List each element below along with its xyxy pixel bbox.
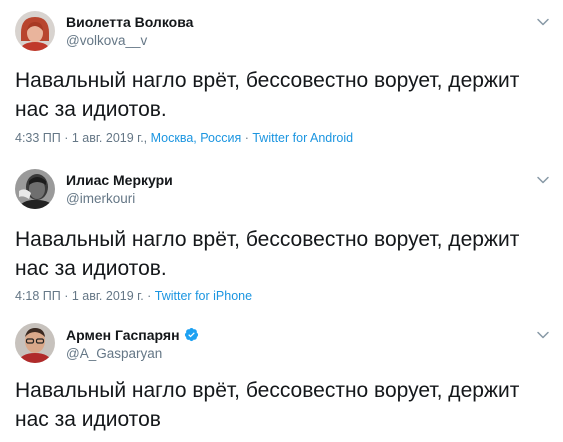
tweet-text: Навальный нагло врёт, бессовестно ворует… (15, 69, 520, 121)
author-handle[interactable]: @imerkouri (66, 191, 135, 206)
chevron-down-icon[interactable] (535, 14, 551, 30)
verified-badge-icon (184, 327, 198, 342)
author-name-row[interactable]: Армен Гаспарян (66, 327, 199, 343)
tweet-source-link[interactable]: Twitter for Android (252, 131, 353, 145)
chevron-down-icon[interactable] (535, 327, 551, 343)
tweet-timestamp[interactable]: 4:18 ПП · 1 авг. 2019 г. (15, 289, 144, 303)
tweet-timestamp[interactable]: 4:33 ПП · 1 авг. 2019 г. (15, 131, 144, 145)
avatar[interactable] (15, 11, 55, 51)
tweet-text: Навальный нагло врёт, бессовестно ворует… (15, 228, 520, 280)
author-handle[interactable]: @A_Gasparyan (66, 346, 162, 361)
meta-separator: · (143, 289, 155, 303)
meta-separator: , (143, 131, 151, 145)
tweet-meta: 4:18 ПП · 1 авг. 2019 г. · Twitter for i… (15, 289, 252, 303)
tweet-source-link[interactable]: Twitter for iPhone (155, 289, 252, 303)
author-name[interactable]: Виолетта Волкова (66, 14, 193, 30)
tweet: Илиас Меркури @imerkouri Навальный нагло… (0, 158, 563, 313)
tweet-location-link[interactable]: Москва, Россия (151, 131, 242, 145)
avatar[interactable] (15, 323, 55, 363)
avatar[interactable] (15, 169, 55, 209)
tweet-text: Навальный нагло врёт, бессовестно ворует… (15, 379, 520, 431)
author-name[interactable]: Армен Гаспарян (66, 327, 180, 343)
tweet-meta: 4:33 ПП · 1 авг. 2019 г., Москва, Россия… (15, 131, 353, 145)
author-name[interactable]: Илиас Меркури (66, 172, 173, 188)
tweet: Виолетта Волкова @volkova__v Навальный н… (0, 0, 563, 158)
author-handle[interactable]: @volkova__v (66, 33, 147, 48)
meta-separator: · (241, 131, 253, 145)
chevron-down-icon[interactable] (535, 172, 551, 188)
tweet: Армен Гаспарян @A_Gasparyan Навальный на… (0, 313, 563, 442)
